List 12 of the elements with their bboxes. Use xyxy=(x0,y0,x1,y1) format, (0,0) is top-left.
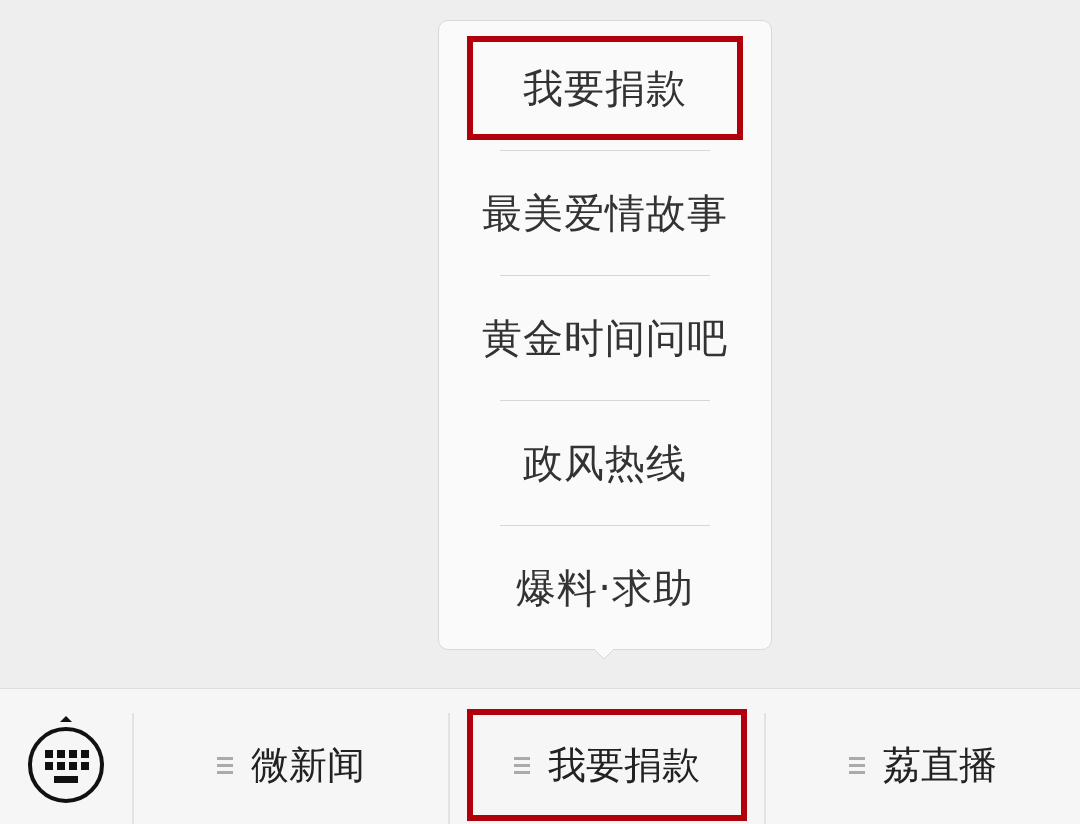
menu-tab[interactable]: 我要捐款 xyxy=(467,709,747,821)
menu-tab[interactable]: 荔直播 xyxy=(783,709,1063,821)
menu-tab[interactable]: 微新闻 xyxy=(151,709,431,821)
menu-item[interactable]: 我要捐款 xyxy=(467,36,743,140)
keyboard-icon[interactable] xyxy=(26,714,106,804)
menu-item[interactable]: 最美爱情故事 xyxy=(467,161,743,265)
menu-item[interactable]: 爆料·求助 xyxy=(467,536,743,640)
menu-item[interactable]: 政风热线 xyxy=(467,411,743,515)
menu-icon xyxy=(514,755,530,775)
menu-item[interactable]: 黄金时间问吧 xyxy=(467,286,743,390)
menu-icon xyxy=(849,755,865,775)
menu-icon xyxy=(217,755,233,775)
